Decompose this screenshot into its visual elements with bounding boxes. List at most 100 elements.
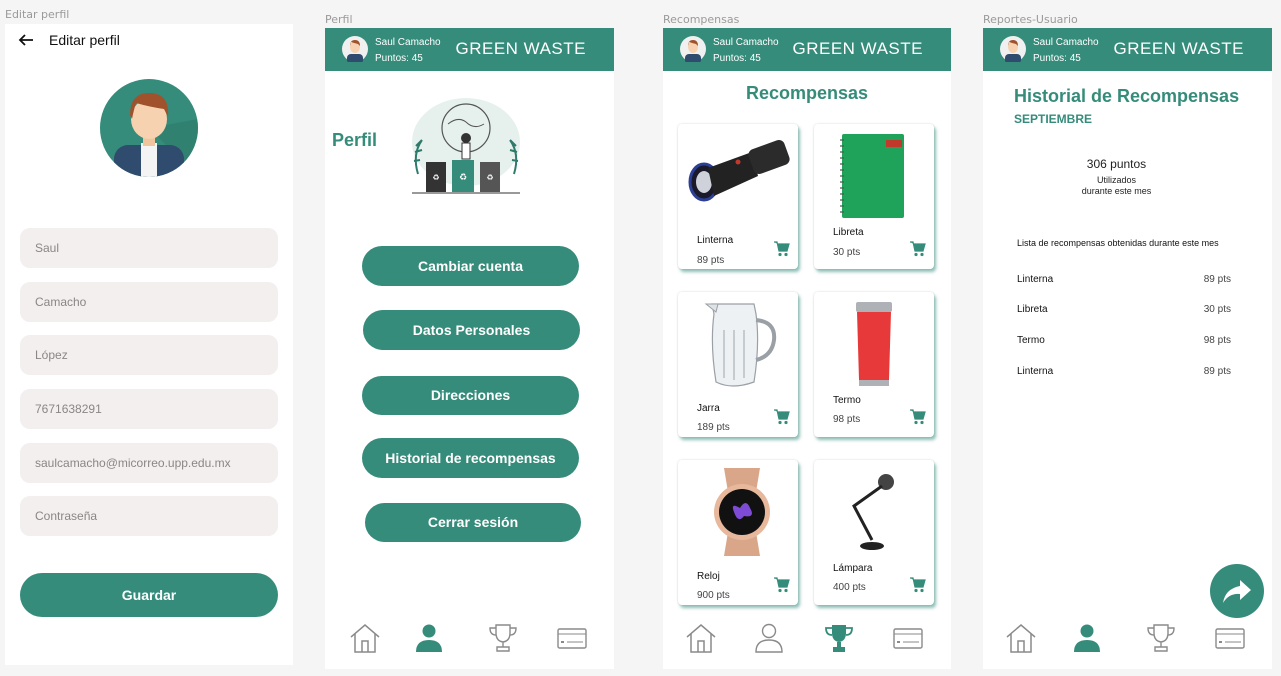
history-list-title: Lista de recompensas obtenidas durante e… xyxy=(1017,238,1219,248)
reward-card-watch[interactable]: Reloj 900 pts xyxy=(678,460,798,605)
thermos-image xyxy=(856,302,892,386)
user-points: Puntos: 45 xyxy=(1033,53,1081,64)
card-icon[interactable] xyxy=(891,621,925,655)
recycling-illustration: ♻ ♻ ♻ xyxy=(412,98,520,194)
user-name: Saul Camacho xyxy=(713,37,779,48)
user-points: Puntos: 45 xyxy=(713,53,761,64)
save-button[interactable]: Guardar xyxy=(20,573,278,617)
cart-icon[interactable] xyxy=(773,408,790,425)
history-row: Libreta 30 pts xyxy=(1017,304,1231,315)
frame-label-rewards: Recompensas xyxy=(663,13,740,26)
trophy-icon[interactable] xyxy=(486,621,520,655)
arrow-left-icon[interactable] xyxy=(18,32,34,48)
pitcher-image xyxy=(704,303,777,387)
flashlight-image xyxy=(688,139,790,202)
user-name: Saul Camacho xyxy=(375,37,441,48)
avatar[interactable] xyxy=(1000,36,1026,62)
rewards-title: Recompensas xyxy=(745,83,869,103)
svg-text:♻: ♻ xyxy=(459,173,467,183)
edit-title: Editar perfil xyxy=(49,32,120,48)
last-name-field[interactable]: Camacho xyxy=(20,282,278,322)
watch-image xyxy=(714,468,770,556)
rewards-history-button[interactable]: Historial de recompensas xyxy=(362,438,579,478)
person-icon[interactable] xyxy=(752,621,786,655)
points-used-caption-2: durante este mes xyxy=(1081,186,1152,196)
profile-screen: Saul Camacho Puntos: 45 GREEN WASTE Perf… xyxy=(325,28,614,669)
app-header: Saul Camacho Puntos: 45 GREEN WASTE xyxy=(983,28,1272,71)
history-row-points: 98 pts xyxy=(1203,335,1231,346)
reward-points: 89 pts xyxy=(697,255,725,266)
card-icon[interactable] xyxy=(555,621,589,655)
phone-field[interactable]: 7671638291 xyxy=(20,389,278,429)
history-row-name: Termo xyxy=(1017,335,1045,346)
logout-button[interactable]: Cerrar sesión xyxy=(365,503,581,542)
history-row-points: 89 pts xyxy=(1203,366,1231,377)
card-icon[interactable] xyxy=(1213,621,1247,655)
avatar[interactable] xyxy=(342,36,368,62)
trophy-icon[interactable] xyxy=(1144,621,1178,655)
history-title: Historial de Recompensas xyxy=(1014,86,1240,106)
reward-name: Reloj xyxy=(697,571,720,582)
brand-title: GREEN WASTE xyxy=(792,39,923,58)
reward-points: 900 pts xyxy=(697,590,730,601)
profile-title: Perfil xyxy=(332,130,378,150)
lamp-image xyxy=(852,474,894,550)
user-points: Puntos: 45 xyxy=(375,53,423,64)
frame-label-profile: Perfil xyxy=(325,13,353,26)
avatar[interactable] xyxy=(680,36,706,62)
frame-label-edit: Editar perfil xyxy=(5,8,70,21)
history-row-name: Libreta xyxy=(1017,304,1048,315)
history-row-name: Linterna xyxy=(1017,366,1054,377)
reward-points: 98 pts xyxy=(833,414,861,425)
history-month: SEPTIEMBRE xyxy=(1014,112,1093,126)
reward-name: Libreta xyxy=(833,227,864,238)
history-row: Linterna 89 pts xyxy=(1017,366,1231,377)
bottom-nav xyxy=(663,609,951,669)
home-icon[interactable] xyxy=(348,621,382,655)
cart-icon[interactable] xyxy=(909,408,926,425)
person-icon[interactable] xyxy=(1070,621,1104,655)
cart-icon[interactable] xyxy=(909,240,926,257)
points-used-caption-1: Utilizados xyxy=(1096,175,1136,185)
brand-title: GREEN WASTE xyxy=(1113,39,1244,58)
avatar[interactable] xyxy=(100,79,198,177)
history-row-name: Linterna xyxy=(1017,274,1054,285)
reward-points: 400 pts xyxy=(833,582,866,593)
user-name: Saul Camacho xyxy=(1033,37,1099,48)
points-used: 306 puntos xyxy=(1086,157,1147,171)
cart-icon[interactable] xyxy=(773,240,790,257)
reward-card-notebook[interactable]: Libreta 30 pts xyxy=(814,124,934,269)
second-last-name-field[interactable]: López xyxy=(20,335,278,375)
reward-points: 189 pts xyxy=(697,422,730,433)
history-row-points: 30 pts xyxy=(1203,304,1231,315)
password-field[interactable]: Contraseña xyxy=(20,496,278,536)
app-header: Saul Camacho Puntos: 45 GREEN WASTE xyxy=(325,28,614,71)
history-row: Linterna 89 pts xyxy=(1017,274,1231,285)
first-name-field[interactable]: Saul xyxy=(20,228,278,268)
brand-title: GREEN WASTE xyxy=(455,39,586,58)
addresses-button[interactable]: Direcciones xyxy=(362,376,579,415)
reward-points: 30 pts xyxy=(833,247,861,258)
change-account-button[interactable]: Cambiar cuenta xyxy=(362,246,579,286)
reward-card-flashlight[interactable]: Linterna 89 pts xyxy=(678,124,798,269)
reward-name: Lámpara xyxy=(833,563,873,574)
personal-data-button[interactable]: Datos Personales xyxy=(363,310,580,350)
frame-label-reports: Reportes-Usuario xyxy=(983,13,1078,26)
history-row: Termo 98 pts xyxy=(1017,335,1231,346)
cart-icon[interactable] xyxy=(909,576,926,593)
reward-name: Jarra xyxy=(697,403,720,414)
reward-card-pitcher[interactable]: Jarra 189 pts xyxy=(678,292,798,437)
bottom-nav xyxy=(325,609,614,669)
svg-text:♻: ♻ xyxy=(432,173,439,182)
cart-icon[interactable] xyxy=(773,576,790,593)
home-icon[interactable] xyxy=(684,621,718,655)
app-header: Saul Camacho Puntos: 45 GREEN WASTE xyxy=(663,28,951,71)
home-icon[interactable] xyxy=(1004,621,1038,655)
reward-card-lamp[interactable]: Lámpara 400 pts xyxy=(814,460,934,605)
email-field[interactable]: saulcamacho@micorreo.upp.edu.mx xyxy=(20,443,278,483)
history-row-points: 89 pts xyxy=(1203,274,1231,285)
reward-card-thermos[interactable]: Termo 98 pts xyxy=(814,292,934,437)
edit-profile-screen: Editar perfil Saul Camacho López 7671638… xyxy=(5,24,293,665)
person-icon[interactable] xyxy=(412,621,446,655)
trophy-icon[interactable] xyxy=(822,621,856,655)
